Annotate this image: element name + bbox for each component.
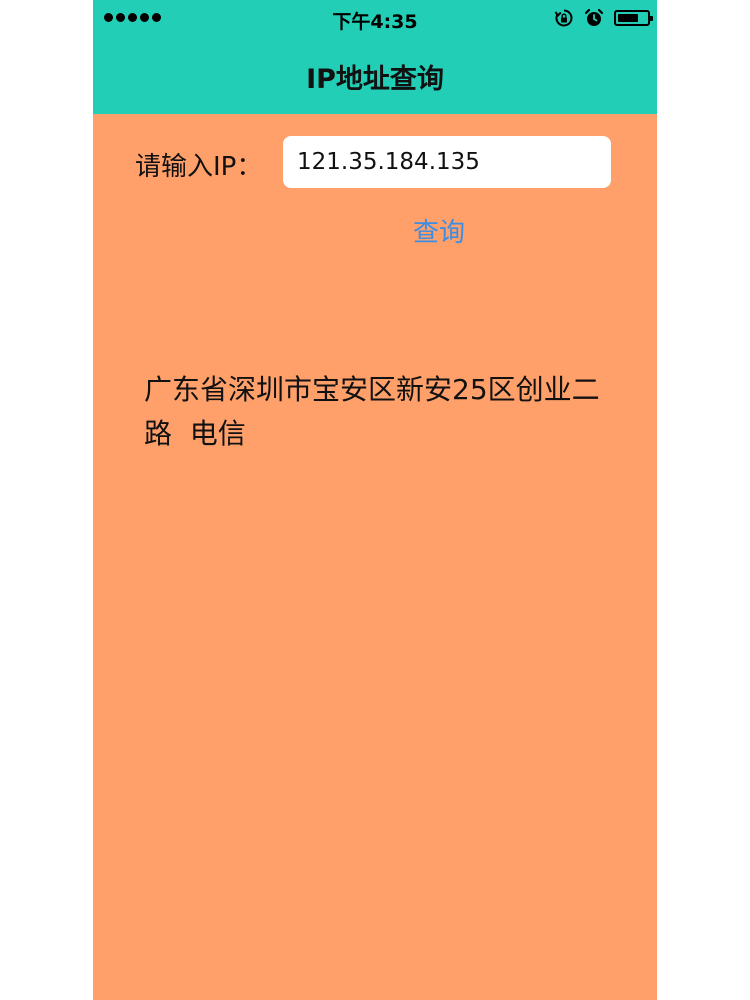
battery-icon: [614, 10, 653, 26]
status-bar: 下午4:35: [93, 0, 657, 36]
query-button[interactable]: 查询: [413, 212, 465, 249]
page-title: IP地址查询: [306, 64, 444, 95]
ip-label: 请输入IP：: [135, 152, 263, 182]
top-bar: 下午4:35 IP地址查询: [93, 0, 657, 114]
ip-input[interactable]: [283, 136, 611, 188]
result-text: 广东省深圳市宝安区新安25区创业二路 电信: [144, 373, 600, 450]
battery-level: [618, 14, 638, 22]
status-icons: [554, 8, 653, 28]
app-screen: 下午4:35 IP地址查询 请输入IP： 121.35.184.135 查询 广…: [93, 0, 657, 1000]
alarm-icon: [584, 8, 604, 26]
rotation-lock-icon: [554, 9, 573, 27]
